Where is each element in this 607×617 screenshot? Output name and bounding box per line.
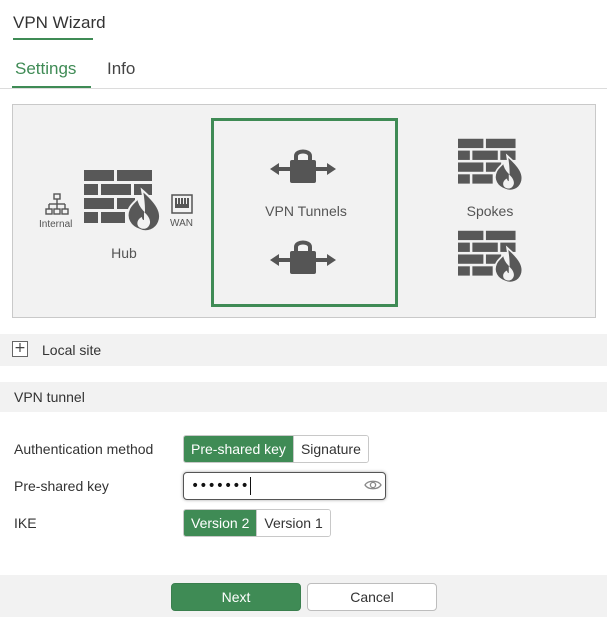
network-icon <box>45 193 69 215</box>
tab-info[interactable]: Info <box>107 59 135 79</box>
plus-icon[interactable]: + <box>12 341 28 357</box>
hub-label: Hub <box>111 245 137 261</box>
auth-option-signature[interactable]: Signature <box>292 436 368 462</box>
auth-method-label: Authentication method <box>14 441 154 457</box>
auth-option-pre-shared-key[interactable]: Pre-shared key <box>184 436 293 462</box>
psk-label: Pre-shared key <box>14 478 109 494</box>
firewall-icon <box>458 138 524 192</box>
lock-arrows-icon <box>270 240 336 274</box>
psk-value[interactable]: ••••••• <box>191 478 249 494</box>
ike-label: IKE <box>14 515 37 531</box>
spokes-label: Spokes <box>466 203 514 219</box>
ike-option-version-2[interactable]: Version 2 <box>184 510 257 536</box>
eye-icon[interactable] <box>364 477 382 493</box>
text-caret <box>250 477 251 495</box>
next-button[interactable]: Next <box>171 583 301 611</box>
ike-version-toggle: Version 2 Version 1 <box>183 509 331 537</box>
tab-settings[interactable]: Settings <box>15 59 76 79</box>
vpn-tunnel-section <box>0 382 607 412</box>
lock-arrows-icon <box>270 149 336 183</box>
vpn-tunnels-label: VPN Tunnels <box>265 203 347 219</box>
window-title: VPN Wizard <box>13 13 106 32</box>
firewall-icon <box>84 170 161 232</box>
wan-port-icon <box>171 194 193 214</box>
title-underline <box>13 38 93 40</box>
internal-label: Internal <box>39 219 73 230</box>
wan-label: WAN <box>170 218 193 229</box>
firewall-icon <box>458 230 524 284</box>
ike-option-version-1[interactable]: Version 1 <box>256 510 330 536</box>
local-site-label[interactable]: Local site <box>42 342 101 358</box>
cancel-button[interactable]: Cancel <box>307 583 437 611</box>
tabs-divider <box>0 88 607 89</box>
vpn-tunnel-label: VPN tunnel <box>14 389 85 405</box>
auth-method-toggle: Pre-shared key Signature <box>183 435 369 463</box>
footer-bar <box>0 575 607 617</box>
